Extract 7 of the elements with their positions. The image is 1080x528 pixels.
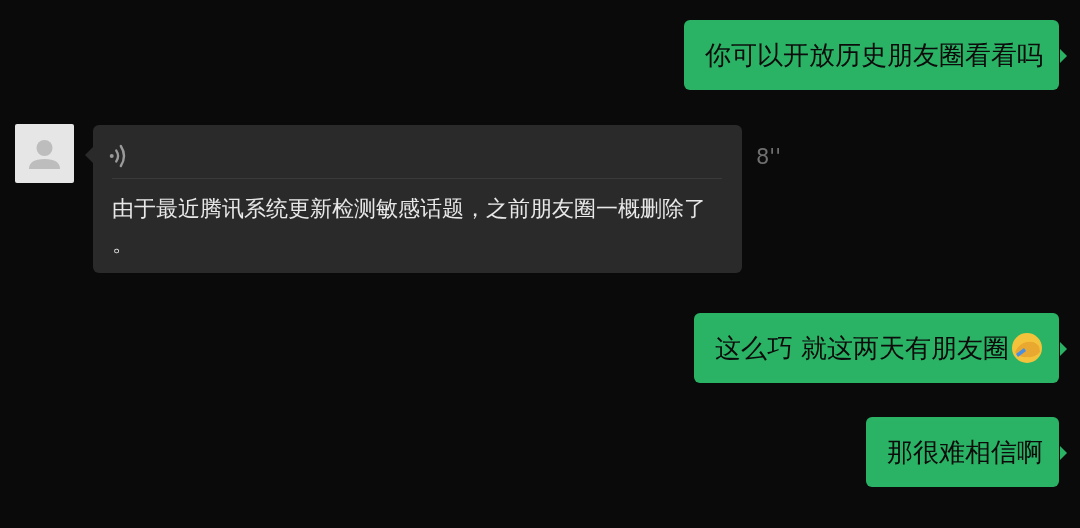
- avatar-icon[interactable]: [15, 124, 74, 183]
- message-text: 你可以开放历史朋友圈看看吗: [705, 39, 1043, 72]
- voice-transcript: 由于最近腾讯系统更新检测敏感话题，之前朋友圈一概删除了。: [112, 195, 707, 258]
- message-text: 那很难相信啊: [887, 436, 1043, 469]
- emoji-icon: [1011, 332, 1043, 364]
- message-text: 这么巧 就这两天有朋友圈: [714, 332, 1009, 365]
- voice-duration: 8'': [756, 145, 781, 169]
